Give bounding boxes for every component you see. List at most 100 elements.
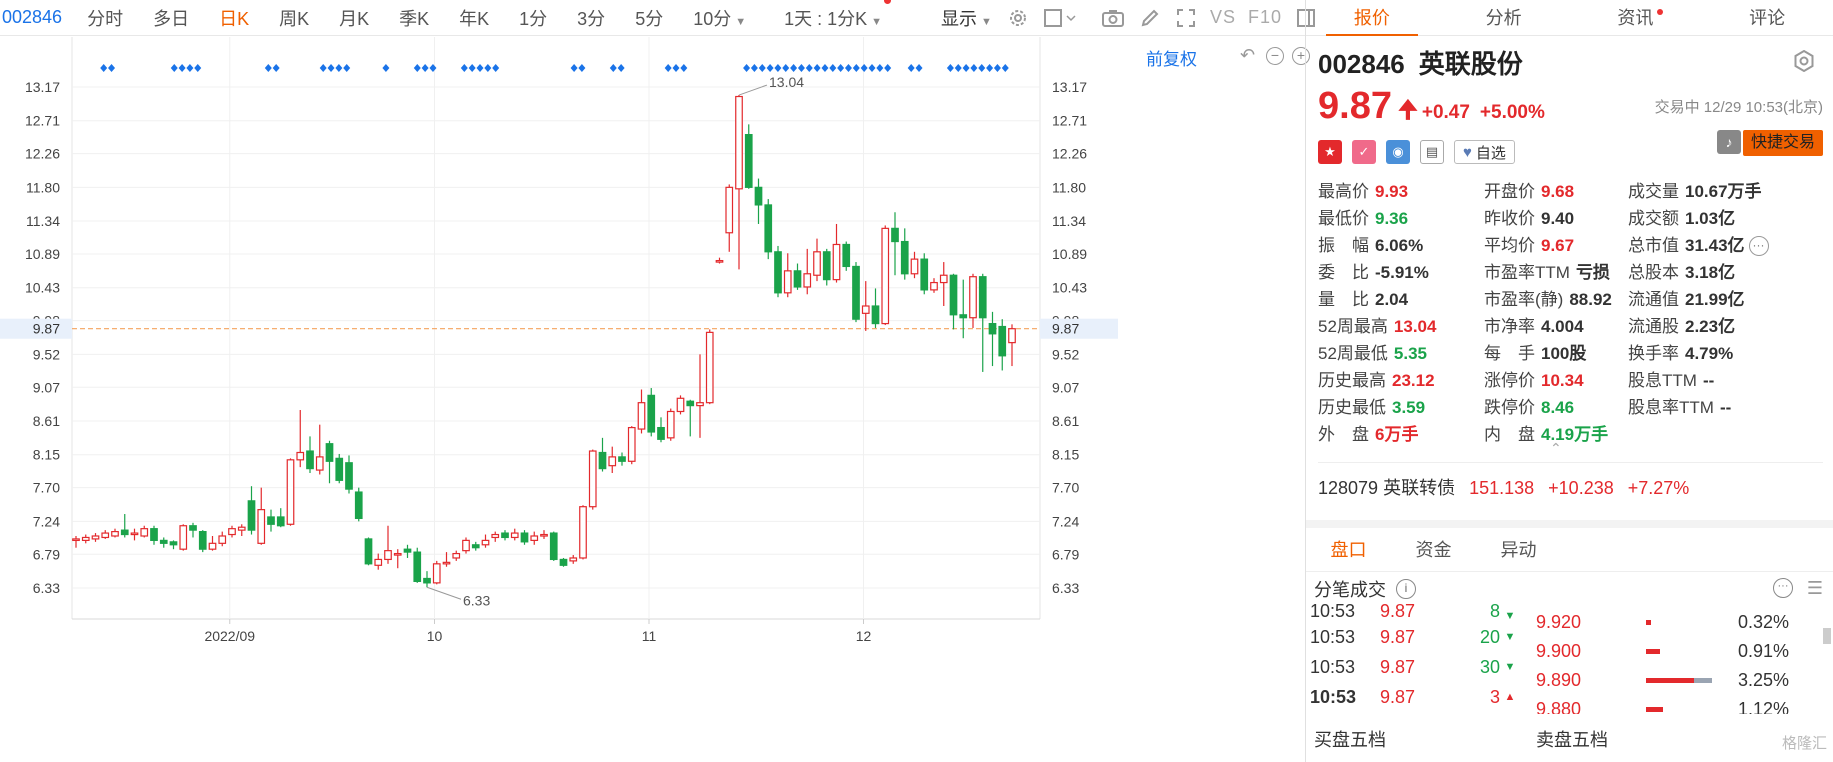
event-marker-icon[interactable] (343, 64, 351, 72)
more-icon[interactable]: ··· (1748, 236, 1769, 257)
event-marker-icon[interactable] (954, 64, 962, 72)
event-marker-icon[interactable] (680, 64, 688, 72)
event-marker-icon[interactable] (758, 64, 766, 72)
convertible-bond-row[interactable]: 128079 英联转债 151.138 +10.238 +7.27% (1318, 474, 1703, 500)
event-marker-icon[interactable] (664, 64, 672, 72)
fullscreen-icon[interactable] (1176, 7, 1196, 29)
square-draw-icon[interactable] (1043, 7, 1078, 29)
kline-chart-area[interactable]: 13.17 13.17 12.71 12.71 12.26 12.26 11.80 11.80… (0, 37, 1310, 762)
lightning-icon[interactable]: ✓ (1352, 140, 1376, 164)
event-marker-icon[interactable] (907, 64, 915, 72)
info-icon[interactable]: i (1396, 579, 1416, 599)
event-marker-icon[interactable] (264, 64, 272, 72)
event-marker-icon[interactable] (382, 64, 390, 72)
event-marker-icon[interactable] (492, 64, 500, 72)
gear-icon[interactable] (1793, 49, 1815, 78)
event-marker-icon[interactable] (876, 64, 884, 72)
event-marker-icon[interactable] (813, 64, 821, 72)
event-marker-icon[interactable] (821, 64, 829, 72)
period-weekly-k[interactable]: 周K (264, 5, 324, 31)
event-marker-icon[interactable] (860, 64, 868, 72)
event-marker-icon[interactable] (186, 64, 194, 72)
event-marker-icon[interactable] (844, 64, 852, 72)
event-marker-icon[interactable] (986, 64, 994, 72)
tag-icon[interactable]: ◉ (1386, 140, 1410, 164)
event-marker-icon[interactable] (609, 64, 617, 72)
event-marker-icon[interactable] (766, 64, 774, 72)
event-marker-icon[interactable] (319, 64, 327, 72)
event-marker-icon[interactable] (335, 64, 343, 72)
add-favorite-button[interactable]: ♥ 自选 (1454, 140, 1515, 164)
stock-code-link[interactable]: 002846 (0, 7, 72, 28)
scrollbar-thumb[interactable] (1823, 628, 1831, 644)
period-daily-k[interactable]: 日K (204, 5, 264, 31)
event-marker-icon[interactable] (970, 64, 978, 72)
event-marker-icon[interactable] (797, 64, 805, 72)
tab-funds[interactable]: 资金 (1391, 528, 1476, 571)
undo-icon[interactable]: ↶ (1240, 45, 1255, 66)
f10-button[interactable]: F10 (1248, 7, 1282, 28)
more-icon[interactable]: ··· (1773, 578, 1793, 598)
event-marker-icon[interactable] (413, 64, 421, 72)
period-10min-dropdown[interactable]: 10分 ▼ (678, 5, 761, 31)
tab-news-wrap[interactable]: 资讯 (1570, 0, 1702, 35)
collapse-chevron-icon[interactable]: ⌃ (1550, 440, 1562, 457)
event-marker-icon[interactable] (829, 64, 837, 72)
event-marker-icon[interactable] (476, 64, 484, 72)
event-marker-icon[interactable] (915, 64, 923, 72)
period-yearly-k[interactable]: 年K (444, 5, 504, 31)
kline-chart[interactable]: 13.17 13.17 12.71 12.71 12.26 12.26 11.80 11.80… (0, 37, 1305, 762)
event-marker-icon[interactable] (790, 64, 798, 72)
event-marker-icon[interactable] (868, 64, 876, 72)
display-dropdown[interactable]: 显示 ▼ (905, 5, 1000, 31)
event-marker-icon[interactable] (978, 64, 986, 72)
event-marker-icon[interactable] (327, 64, 335, 72)
event-marker-icon[interactable] (460, 64, 468, 72)
zoom-out-icon[interactable]: − (1266, 47, 1284, 65)
event-marker-icon[interactable] (178, 64, 186, 72)
price-adjust-toggle[interactable]: 前复权 (1146, 45, 1197, 70)
event-marker-icon[interactable] (100, 64, 108, 72)
event-marker-icon[interactable] (884, 64, 892, 72)
tab-quote[interactable]: 报价 (1306, 0, 1438, 36)
period-monthly-k[interactable]: 月K (324, 5, 384, 31)
event-marker-icon[interactable] (852, 64, 860, 72)
gear-icon[interactable] (1008, 7, 1028, 29)
event-marker-icon[interactable] (672, 64, 680, 72)
event-marker-icon[interactable] (617, 64, 625, 72)
period-intraday[interactable]: 分时 (72, 5, 138, 31)
event-marker-icon[interactable] (750, 64, 758, 72)
event-marker-icon[interactable] (468, 64, 476, 72)
event-marker-icon[interactable] (774, 64, 782, 72)
tab-handicap[interactable]: 盘口 (1306, 528, 1391, 571)
event-marker-icon[interactable] (805, 64, 813, 72)
pencil-icon[interactable] (1140, 7, 1160, 29)
period-5min[interactable]: 5分 (620, 5, 678, 31)
period-multiday[interactable]: 多日 (138, 5, 204, 31)
event-marker-icon[interactable] (946, 64, 954, 72)
event-marker-icon[interactable] (578, 64, 586, 72)
event-marker-icon[interactable] (570, 64, 578, 72)
event-marker-icon[interactable] (837, 64, 845, 72)
period-3min[interactable]: 3分 (562, 5, 620, 31)
event-marker-icon[interactable] (782, 64, 790, 72)
vs-compare-button[interactable]: VS (1210, 7, 1236, 28)
event-marker-icon[interactable] (272, 64, 280, 72)
tab-analysis[interactable]: 分析 (1438, 0, 1570, 35)
period-1min[interactable]: 1分 (504, 5, 562, 31)
event-marker-icon[interactable] (170, 64, 178, 72)
event-marker-icon[interactable] (743, 64, 751, 72)
event-marker-icon[interactable] (484, 64, 492, 72)
interval-dropdown[interactable]: 1天 : 1分K ▼ (769, 0, 897, 31)
period-quarterly-k[interactable]: 季K (384, 5, 444, 31)
event-marker-icon[interactable] (1001, 64, 1009, 72)
bell-icon[interactable]: ♪ (1717, 130, 1741, 154)
event-marker-icon[interactable] (429, 64, 437, 72)
tab-unusual[interactable]: 异动 (1476, 528, 1561, 571)
list-menu-icon[interactable]: ☰ (1807, 578, 1823, 599)
scrollbar[interactable] (1823, 602, 1831, 712)
camera-icon[interactable] (1101, 7, 1124, 29)
event-marker-icon[interactable] (993, 64, 1001, 72)
event-marker-icon[interactable] (962, 64, 970, 72)
event-marker-icon[interactable] (108, 64, 116, 72)
